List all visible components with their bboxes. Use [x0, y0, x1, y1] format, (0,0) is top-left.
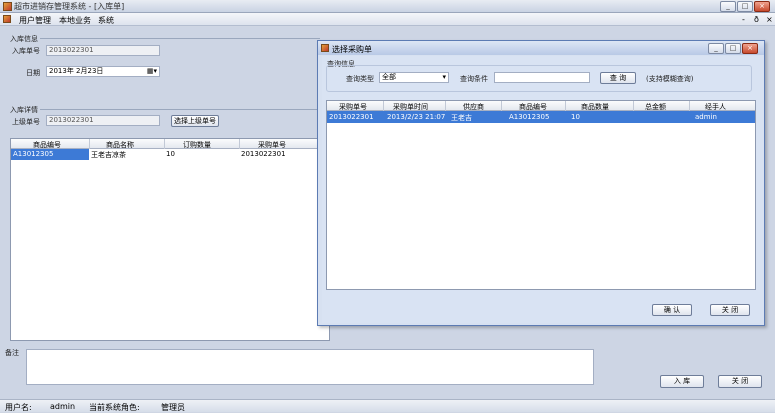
dialog-body: 查询信息 查询类型 全部 ▾ 查询条件 查 询 (支持模糊查询) 采购单号 采购…	[322, 56, 760, 323]
cell-product-code[interactable]: A13012305	[509, 113, 549, 121]
query-cond-input[interactable]	[494, 72, 590, 83]
cell-product-name[interactable]: 王老吉凉茶	[91, 150, 126, 160]
group-divider	[40, 109, 320, 110]
order-no-label: 入库单号	[12, 47, 40, 55]
date-value: 2013年 2月23日	[49, 67, 104, 75]
date-label: 日期	[26, 69, 40, 77]
cell-purchase-no[interactable]: 2013022301	[329, 113, 374, 121]
dialog-close-btn[interactable]: 关 闭	[710, 304, 750, 316]
cell-handler[interactable]: admin	[695, 113, 717, 121]
role-value: 管理员	[161, 403, 185, 412]
table-row[interactable]: A13012305 王老吉凉茶 10 2013022301	[11, 149, 329, 160]
group-title-detail: 入库详情	[10, 106, 38, 114]
date-picker[interactable]: 2013年 2月23日 ▦▾	[46, 66, 160, 77]
dialog-title: 选择采购单	[332, 45, 372, 54]
query-type-select[interactable]: 全部 ▾	[379, 72, 449, 83]
remark-label: 备注	[5, 349, 19, 357]
purchase-no-label: 上级单号	[12, 118, 40, 126]
mdi-close-icon[interactable]: ×	[766, 15, 773, 24]
stock-in-button[interactable]: 入 库	[660, 375, 704, 388]
confirm-button[interactable]: 确 认	[652, 304, 692, 316]
group-divider	[40, 38, 320, 39]
cell-purchase-no[interactable]: 2013022301	[241, 150, 286, 158]
grid-header: 商品编号 商品名称 订购数量 采购单号	[11, 139, 329, 149]
query-type-value: 全部	[382, 73, 396, 81]
menu-local-business[interactable]: 本地业务	[59, 15, 91, 26]
purchase-no-field[interactable]: 2013022301	[46, 115, 160, 126]
query-button[interactable]: 查 询	[600, 72, 636, 84]
dialog-close-button[interactable]: ×	[742, 43, 758, 54]
cell-supplier[interactable]: 王老吉	[451, 113, 472, 123]
dialog-icon	[321, 44, 329, 52]
cell-product-code[interactable]: A13012305	[13, 150, 53, 158]
role-label: 当前系统角色:	[89, 403, 140, 412]
chevron-down-icon[interactable]: ▾	[442, 73, 446, 82]
purchase-grid[interactable]: 采购单号 采购单时间 供应商 商品编号 商品数量 总金额 经手人 2013022…	[326, 100, 756, 290]
menubar: 用户管理 本地业务 系统 - ð ×	[0, 13, 775, 26]
menu-system[interactable]: 系统	[98, 15, 114, 26]
user-label: 用户名:	[5, 403, 32, 412]
menu-user-management[interactable]: 用户管理	[19, 15, 51, 26]
select-purchase-dialog: 选择采购单 _ □ × 查询信息 查询类型 全部 ▾ 查询条件 查 询 (支持模…	[317, 40, 765, 326]
stock-in-grid[interactable]: 商品编号 商品名称 订购数量 采购单号 A13012305 王老吉凉茶 10 2…	[10, 138, 330, 341]
dialog-minimize-button[interactable]: _	[708, 43, 724, 54]
grid-header: 采购单号 采购单时间 供应商 商品编号 商品数量 总金额 经手人	[327, 101, 755, 111]
mdi-restore-icon[interactable]: ð	[754, 15, 759, 24]
app-titlebar: 超市进销存管理系统 - [入库单] _ □ ×	[0, 0, 775, 13]
dialog-maximize-button[interactable]: □	[725, 43, 741, 54]
mdi-minimize-icon[interactable]: -	[742, 15, 745, 24]
user-value: admin	[50, 402, 76, 411]
app-icon	[3, 2, 12, 11]
remark-field[interactable]	[26, 349, 594, 385]
cell-product-qty[interactable]: 10	[571, 113, 580, 121]
fuzzy-hint: (支持模糊查询)	[646, 75, 694, 83]
group-title-info: 入库信息	[10, 35, 38, 43]
cell-purchase-time[interactable]: 2013/2/23 21:07	[387, 113, 445, 121]
order-no-field[interactable]: 2013022301	[46, 45, 160, 56]
dialog-titlebar: 选择采购单 _ □ ×	[318, 41, 764, 55]
close-form-button[interactable]: 关 闭	[718, 375, 762, 388]
close-window-button[interactable]: ×	[754, 1, 770, 12]
statusbar: 用户名: admin 当前系统角色: 管理员	[0, 399, 775, 412]
calendar-dropdown-icon[interactable]: ▦▾	[147, 67, 157, 76]
minimize-button[interactable]: _	[720, 1, 736, 12]
form-icon	[3, 15, 11, 23]
app-title: 超市进销存管理系统 - [入库单]	[14, 2, 125, 11]
maximize-button[interactable]: □	[737, 1, 753, 12]
select-purchase-button[interactable]: 选择上级单号	[171, 115, 219, 127]
query-cond-label: 查询条件	[460, 75, 488, 83]
cell-order-qty[interactable]: 10	[166, 150, 175, 158]
table-row[interactable]: 2013022301 2013/2/23 21:07 王老吉 A13012305…	[327, 111, 755, 123]
query-type-label: 查询类型	[346, 75, 374, 83]
